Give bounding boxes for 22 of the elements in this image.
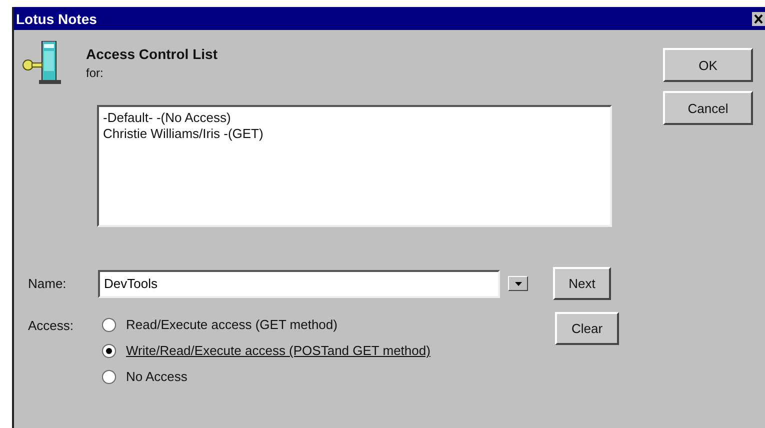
next-button[interactable]: Next bbox=[553, 267, 611, 300]
dialog-heading: Access Control List bbox=[86, 46, 218, 62]
access-label: Access: bbox=[27, 318, 75, 333]
subtitle: for: bbox=[86, 66, 104, 80]
radio-button[interactable] bbox=[102, 344, 116, 358]
dialog-button[interactable]: Cancel bbox=[663, 91, 753, 125]
radio-label[interactable]: No Access bbox=[126, 369, 188, 384]
window-title: Lotus Notes bbox=[16, 10, 97, 26]
close-icon[interactable] bbox=[752, 12, 765, 26]
list-item[interactable]: Christie Williams/Iris -(GET) bbox=[103, 126, 264, 142]
clear-button[interactable]: Clear bbox=[555, 312, 619, 345]
radio-button[interactable] bbox=[102, 318, 116, 332]
radio-label[interactable]: Write/Read/Execute access (POSTand GET method) bbox=[126, 343, 430, 358]
dialog-button[interactable]: OK bbox=[663, 48, 753, 82]
acl-listbox[interactable]: -Default- -(No Access) Christie Williams/Iris -(GET) bbox=[97, 105, 612, 227]
name-label: Name: bbox=[27, 276, 68, 291]
radio-label[interactable]: Read/Execute access (GET method) bbox=[126, 317, 338, 332]
list-item[interactable]: -Default- -(No Access) bbox=[103, 110, 231, 126]
caret-icon bbox=[514, 282, 522, 286]
radio-button[interactable] bbox=[102, 370, 116, 384]
dropdown-button[interactable] bbox=[508, 276, 528, 291]
name-field[interactable]: DevTools bbox=[98, 270, 500, 298]
